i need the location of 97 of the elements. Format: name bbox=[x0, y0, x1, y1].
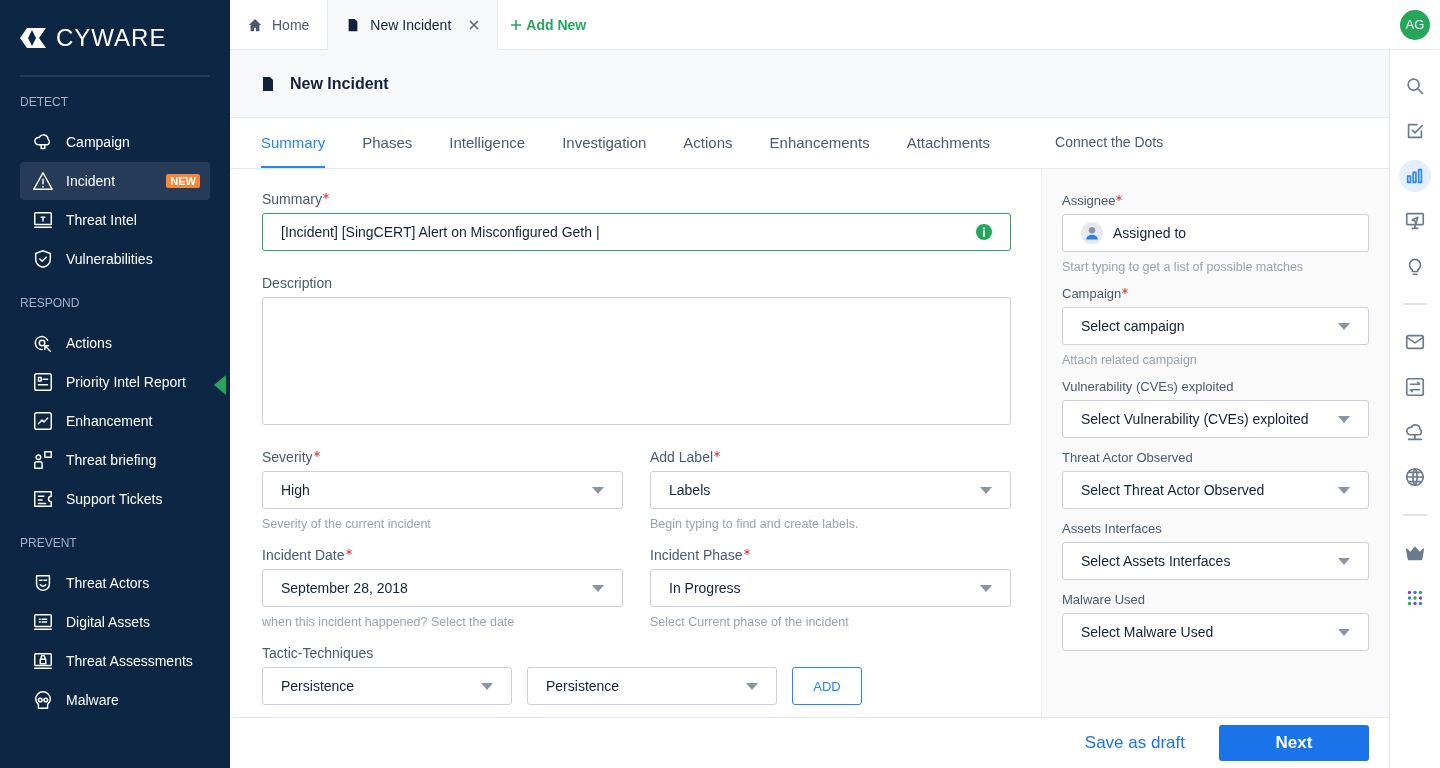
screen-icon bbox=[32, 611, 54, 633]
dropdown[interactable]: September 28, 2018 bbox=[262, 569, 623, 607]
sidebar-item[interactable]: Threat Actors bbox=[20, 564, 210, 602]
section-heading: RESPOND bbox=[20, 296, 81, 310]
field-label: Assets Interfaces bbox=[1062, 521, 1162, 536]
assignee-field[interactable]: Assigned to bbox=[1062, 214, 1369, 252]
sidebar-item[interactable]: Threat Intel bbox=[20, 201, 210, 239]
dropdown[interactable]: In Progress bbox=[650, 569, 1011, 607]
info-icon bbox=[976, 224, 992, 240]
dropdown[interactable]: Labels bbox=[650, 471, 1011, 509]
laptop-icon bbox=[32, 209, 54, 231]
form-tab[interactable]: Actions bbox=[683, 118, 733, 168]
caret-icon bbox=[1338, 415, 1350, 423]
plus-icon bbox=[510, 18, 523, 31]
field-hint: Begin typing to find and create labels. bbox=[650, 517, 860, 531]
field-hint: when this incident happened? Select the date bbox=[262, 615, 516, 629]
save-draft-link[interactable]: Save as draft bbox=[1078, 732, 1191, 754]
person-icon bbox=[1081, 222, 1103, 244]
caret-icon bbox=[592, 584, 604, 592]
caret-icon bbox=[1338, 557, 1350, 565]
new-badge: NEW bbox=[166, 174, 200, 188]
sidebar-item[interactable]: Malware bbox=[20, 681, 210, 719]
field-label: Severity bbox=[262, 449, 313, 465]
field-label: Tactic-Techniques bbox=[262, 645, 374, 661]
dropdown[interactable]: Select Threat Actor Observed bbox=[1062, 471, 1369, 509]
caret-icon bbox=[1338, 322, 1350, 330]
sidebar-item[interactable]: Campaign bbox=[20, 123, 210, 161]
home-icon bbox=[248, 17, 262, 32]
caret-icon bbox=[1338, 486, 1350, 494]
field-label: Description bbox=[262, 275, 333, 291]
form-tab[interactable]: Intelligence bbox=[449, 118, 526, 168]
transfer-icon[interactable] bbox=[1404, 376, 1426, 398]
caret-icon bbox=[592, 486, 604, 494]
sidebar-item[interactable]: Priority Intel Report bbox=[20, 363, 210, 401]
ticket-icon bbox=[32, 488, 54, 510]
sidebar-item[interactable]: Support Tickets bbox=[20, 480, 210, 518]
report-icon bbox=[32, 371, 54, 393]
close-icon[interactable] bbox=[469, 19, 480, 30]
form-tab[interactable]: Attachments bbox=[906, 118, 990, 168]
page-tab[interactable]: New Incident bbox=[327, 0, 499, 50]
field-label: Assignee bbox=[1062, 193, 1116, 208]
dropdown[interactable]: High bbox=[262, 471, 623, 509]
collapse-handle[interactable] bbox=[214, 375, 226, 395]
field-label: Add Label bbox=[650, 449, 714, 465]
page-title: New Incident bbox=[290, 74, 389, 93]
dropdown[interactable]: Persistence bbox=[262, 667, 512, 705]
field-hint: Severity of the current incident bbox=[262, 517, 432, 531]
dropdown[interactable]: Select campaign bbox=[1062, 307, 1369, 345]
dropdown[interactable]: Select Malware Used bbox=[1062, 613, 1369, 651]
dropdown[interactable]: Persistence bbox=[527, 667, 777, 705]
sidebar-item[interactable]: Digital Assets bbox=[20, 603, 210, 641]
caret-icon bbox=[980, 584, 992, 592]
sidebar-item[interactable]: Threat Assessments bbox=[20, 642, 210, 680]
form-tab[interactable]: Connect the Dots bbox=[1055, 118, 1164, 168]
section-heading: PREVENT bbox=[20, 536, 78, 550]
sidebar-item[interactable]: Threat briefing bbox=[20, 441, 210, 479]
next-button[interactable]: Next bbox=[1219, 725, 1369, 761]
field-label: Vulnerability (CVEs) exploited bbox=[1062, 379, 1234, 394]
chart-icon bbox=[32, 410, 54, 432]
brand-name: CYWARE bbox=[56, 23, 167, 52]
lock-icon bbox=[32, 650, 54, 672]
sidebar-item[interactable]: Enhancement bbox=[20, 402, 210, 440]
field-label: Campaign bbox=[1062, 286, 1122, 301]
add-button[interactable]: ADD bbox=[792, 667, 862, 705]
field-hint: Select Current phase of the incident bbox=[650, 615, 850, 629]
globe-icon[interactable] bbox=[1404, 466, 1426, 488]
field-label: Threat Actor Observed bbox=[1062, 450, 1193, 465]
sidebar-item[interactable]: Incident NEW bbox=[20, 162, 210, 200]
field-label: Incident Phase bbox=[650, 547, 743, 563]
search-icon[interactable] bbox=[1404, 75, 1426, 97]
caret-icon bbox=[1338, 628, 1350, 636]
shield-icon bbox=[32, 248, 54, 270]
field-hint: Start typing to get a list of possible matches bbox=[1062, 260, 1305, 274]
document-icon bbox=[260, 75, 276, 92]
caret-icon bbox=[980, 486, 992, 494]
page-tab[interactable]: Home bbox=[230, 0, 328, 50]
form-tab[interactable]: Investigation bbox=[562, 118, 647, 168]
caret-icon bbox=[481, 682, 493, 690]
dropdown[interactable]: Select Assets Interfaces bbox=[1062, 542, 1369, 580]
sidebar-item[interactable]: Actions bbox=[20, 324, 210, 362]
form-tab[interactable]: Phases bbox=[362, 118, 413, 168]
field-hint: Attach related campaign bbox=[1062, 353, 1198, 367]
field-label: Summary bbox=[262, 191, 322, 207]
summary-field[interactable]: [Incident] [SingCERT] Alert on Misconfigured Geth | bbox=[262, 213, 1011, 251]
form-tab[interactable]: Summary bbox=[261, 118, 326, 168]
field-label: Malware Used bbox=[1062, 592, 1146, 607]
caret-icon bbox=[746, 682, 758, 690]
dropdown[interactable]: Select Vulnerability (CVEs) exploited bbox=[1062, 400, 1369, 438]
person-icon bbox=[32, 449, 54, 471]
section-heading: DETECT bbox=[20, 95, 69, 109]
sidebar-item[interactable]: Vulnerabilities bbox=[20, 240, 210, 278]
description-field[interactable] bbox=[262, 297, 1011, 425]
form-tab[interactable]: Enhancements bbox=[769, 118, 870, 168]
field-label: Incident Date bbox=[262, 547, 345, 563]
skull-icon bbox=[32, 689, 54, 711]
monitor-icon[interactable] bbox=[1404, 210, 1426, 232]
warning-icon bbox=[32, 170, 54, 192]
